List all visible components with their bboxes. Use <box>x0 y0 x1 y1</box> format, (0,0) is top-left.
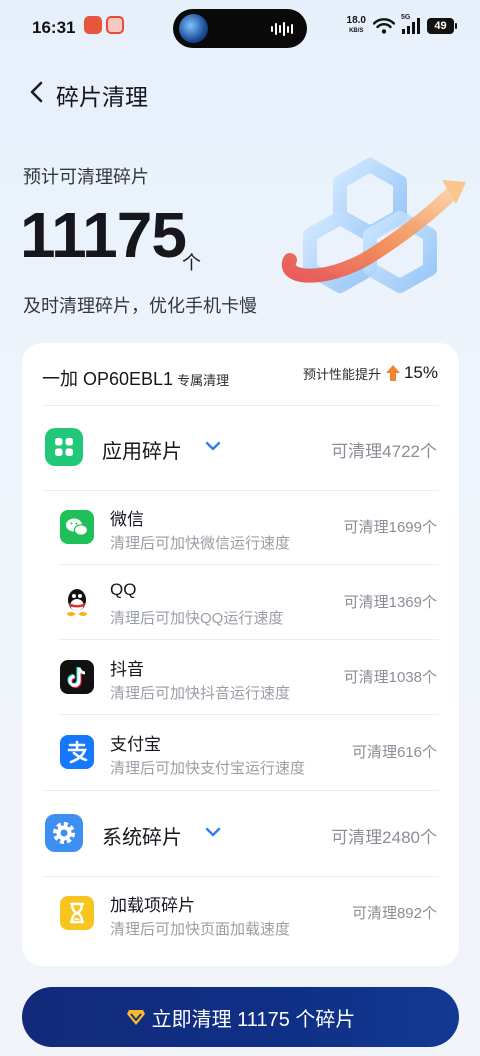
category-amount: 可清理2480个 <box>331 828 437 847</box>
divider <box>42 790 439 791</box>
item-name: 加载项碎片 <box>110 896 195 915</box>
hexagon-boost-illustration <box>281 158 466 293</box>
performance-label: 预计性能提升 <box>302 366 381 382</box>
item-description: 清理后可加快抖音运行速度 <box>110 685 291 702</box>
list-item-addon-fragments[interactable]: 加载项碎片 清理后可加快页面加载速度 可清理892个 <box>22 876 459 950</box>
category-app-fragments[interactable]: 应用碎片 可清理4722个 <box>22 418 459 478</box>
notification-app-icon <box>84 16 102 34</box>
qq-icon <box>60 585 94 619</box>
back-arrow-icon[interactable] <box>24 78 52 106</box>
fragment-count: 11175 <box>20 199 187 271</box>
divider <box>42 405 439 406</box>
list-item-qq[interactable]: QQ 清理后可加快QQ运行速度 可清理1369个 <box>22 565 459 639</box>
item-amount: 可清理1038个 <box>343 669 437 686</box>
wechat-icon <box>60 510 94 544</box>
category-amount: 可清理4722个 <box>331 442 437 461</box>
item-amount: 可清理1369个 <box>343 594 437 611</box>
page-title: 碎片清理 <box>56 84 148 110</box>
notification-icons <box>84 16 124 34</box>
category-label: 应用碎片 <box>102 441 182 463</box>
status-indicators: 18.0 KB/S 5G 49 <box>346 14 457 36</box>
battery-icon: 49 <box>427 18 457 34</box>
app-grid-icon <box>45 428 83 466</box>
clean-now-button[interactable]: 立即清理 11175 个碎片 <box>22 987 459 1047</box>
hero-description: 及时清理碎片，优化手机卡慢 <box>23 296 257 316</box>
up-arrow-icon <box>385 365 400 381</box>
category-label: 系统碎片 <box>102 827 182 849</box>
network-speed: 18.0 KB/S <box>346 15 366 35</box>
douyin-icon <box>60 660 94 694</box>
gear-icon <box>45 814 83 852</box>
item-amount: 可清理1699个 <box>343 519 437 536</box>
list-item-alipay[interactable]: 支付宝 清理后可加快支付宝运行速度 可清理616个 <box>22 715 459 789</box>
chevron-down-icon[interactable] <box>205 440 221 452</box>
cleanup-card: 一加 OP60EBL1 专属清理 预计性能提升 15% 应用碎片 可清理4722… <box>22 343 459 966</box>
item-name: QQ <box>110 580 137 599</box>
performance-boost: 预计性能提升 15% <box>303 363 438 383</box>
item-description: 清理后可加快页面加载速度 <box>110 921 291 938</box>
item-name: 抖音 <box>110 660 144 679</box>
item-description: 清理后可加快支付宝运行速度 <box>110 760 306 777</box>
page-header: 碎片清理 <box>0 72 480 112</box>
alipay-icon <box>60 735 94 769</box>
list-item-wechat[interactable]: 微信 清理后可加快微信运行速度 可清理1699个 <box>22 490 459 564</box>
notification-app-icon <box>106 16 124 34</box>
status-time: 16:31 <box>32 18 76 37</box>
cellular-signal: 5G <box>401 14 420 34</box>
diamond-icon <box>126 1010 145 1025</box>
category-system-fragments[interactable]: 系统碎片 可清理2480个 <box>22 804 459 864</box>
clean-now-button-label: 立即清理 11175 个碎片 <box>151 1008 356 1031</box>
media-artwork-icon <box>179 14 208 43</box>
dynamic-island[interactable] <box>173 9 307 48</box>
device-info: 一加 OP60EBL1 专属清理 <box>42 365 229 391</box>
audio-wave-icon <box>271 22 293 36</box>
item-name: 微信 <box>110 510 144 529</box>
wifi-icon <box>373 18 395 34</box>
battery-level: 49 <box>434 20 447 32</box>
item-description: 清理后可加快QQ运行速度 <box>110 610 284 627</box>
device-subtitle: 专属清理 <box>177 373 230 388</box>
hero-label: 预计可清理碎片 <box>23 167 149 187</box>
chevron-down-icon[interactable] <box>205 826 221 838</box>
fragment-count-unit: 个 <box>182 253 202 274</box>
item-description: 清理后可加快微信运行速度 <box>110 535 291 552</box>
performance-value: 15% <box>403 363 438 382</box>
list-item-douyin[interactable]: 抖音 清理后可加快抖音运行速度 可清理1038个 <box>22 640 459 714</box>
item-name: 支付宝 <box>110 735 161 754</box>
device-name: 一加 OP60EBL1 <box>42 369 174 389</box>
hourglass-icon <box>60 896 94 930</box>
item-amount: 可清理892个 <box>351 905 437 922</box>
status-bar: 16:31 18.0 KB/S 5G 49 <box>0 0 480 58</box>
item-amount: 可清理616个 <box>351 744 437 761</box>
